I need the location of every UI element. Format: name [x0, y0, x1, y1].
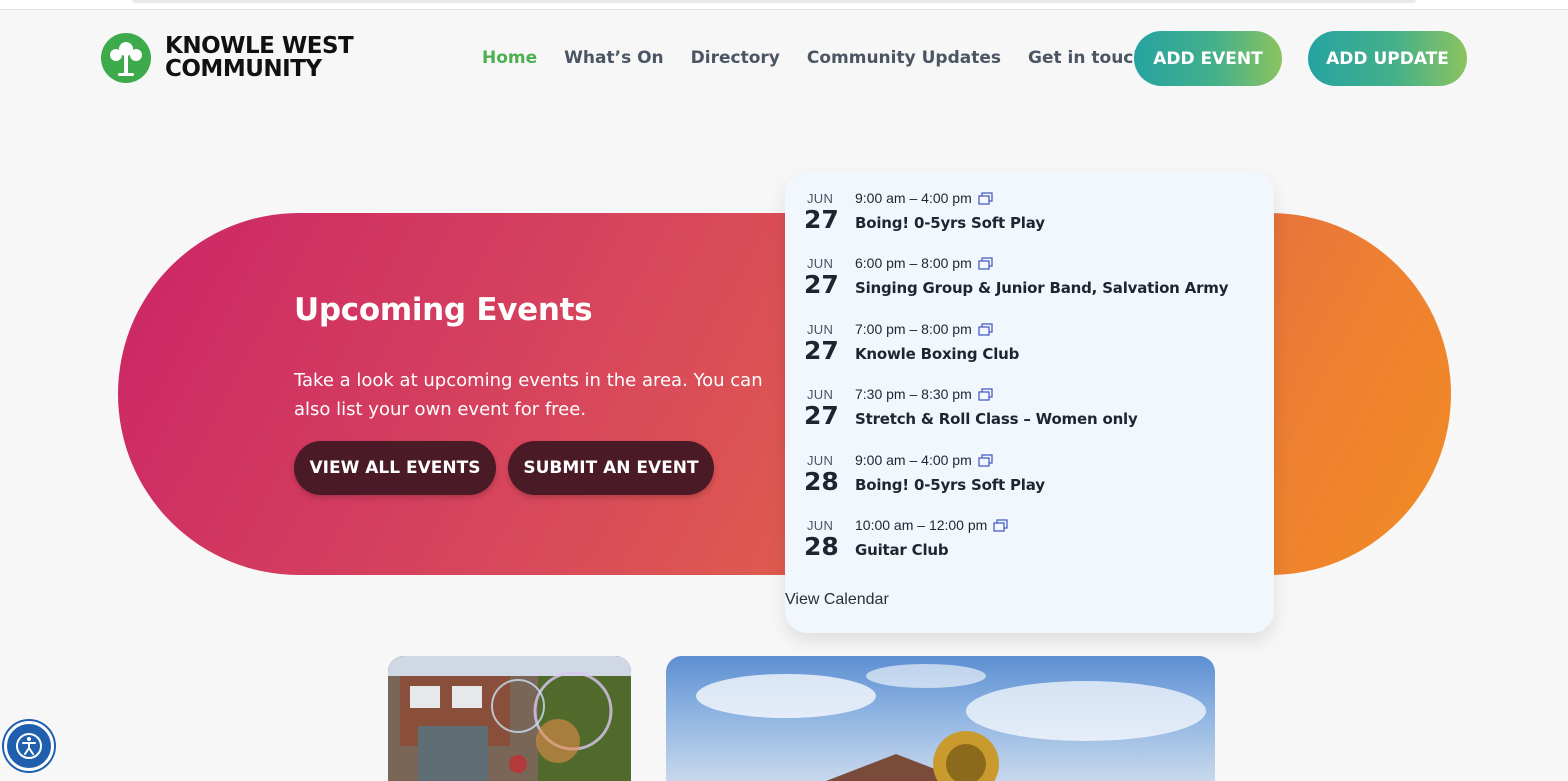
main-nav: Home What’s On Directory Community Updat…: [482, 30, 1186, 86]
event-time: 6:00 pm – 8:00 pm: [855, 255, 993, 271]
event-month: JUN: [807, 518, 834, 533]
hero-title: Upcoming Events: [294, 292, 593, 328]
event-time-text: 7:00 pm – 8:00 pm: [855, 321, 972, 337]
event-time: 9:00 am – 4:00 pm: [855, 452, 993, 468]
event-month: JUN: [807, 256, 834, 271]
event-time-text: 9:00 am – 4:00 pm: [855, 452, 972, 468]
event-item[interactable]: JUN 28 9:00 am – 4:00 pm Boing! 0-5yrs S…: [785, 434, 1274, 496]
accessibility-icon[interactable]: [4, 721, 54, 771]
add-update-button[interactable]: ADD UPDATE: [1308, 31, 1467, 86]
recurring-icon: [978, 453, 993, 467]
event-time: 10:00 am – 12:00 pm: [855, 517, 1008, 533]
nav-directory[interactable]: Directory: [691, 48, 780, 68]
event-day: 27: [804, 270, 839, 299]
event-month: JUN: [807, 191, 834, 206]
brass-band-photo[interactable]: [666, 656, 1215, 781]
event-item[interactable]: JUN 27 7:00 pm – 8:00 pm Knowle Boxing C…: [785, 303, 1274, 365]
event-time-text: 10:00 am – 12:00 pm: [855, 517, 988, 533]
event-title-link[interactable]: Stretch & Roll Class – Women only: [855, 410, 1138, 428]
event-item[interactable]: JUN 28 10:00 am – 12:00 pm Guitar Club: [785, 499, 1274, 561]
tree-icon: [101, 33, 151, 83]
event-month: JUN: [807, 453, 834, 468]
add-event-button[interactable]: ADD EVENT: [1134, 31, 1282, 86]
event-item[interactable]: JUN 27 9:00 am – 4:00 pm Boing! 0-5yrs S…: [785, 172, 1274, 234]
bubbles-photo[interactable]: [388, 656, 631, 781]
event-time: 9:00 am – 4:00 pm: [855, 190, 993, 206]
event-time-text: 9:00 am – 4:00 pm: [855, 190, 972, 206]
event-day: 28: [804, 532, 839, 561]
event-month: JUN: [807, 387, 834, 402]
event-time: 7:30 pm – 8:30 pm: [855, 386, 993, 402]
submit-event-button[interactable]: SUBMIT AN EVENT: [508, 441, 714, 495]
recurring-icon: [978, 322, 993, 336]
events-list-card: JUN 27 9:00 am – 4:00 pm Boing! 0-5yrs S…: [785, 172, 1274, 633]
logo-text: KNOWLE WEST COMMUNITY: [165, 35, 354, 82]
event-month: JUN: [807, 322, 834, 337]
logo-line-2: COMMUNITY: [165, 56, 322, 82]
event-title-link[interactable]: Boing! 0-5yrs Soft Play: [855, 476, 1045, 494]
event-day: 28: [804, 467, 839, 496]
event-day: 27: [804, 336, 839, 365]
event-title-link[interactable]: Singing Group & Junior Band, Salvation A…: [855, 279, 1228, 297]
event-time-text: 6:00 pm – 8:00 pm: [855, 255, 972, 271]
recurring-icon: [978, 191, 993, 205]
nav-get-in-touch-label: Get in touch: [1028, 48, 1146, 68]
event-title-link[interactable]: Guitar Club: [855, 541, 949, 559]
recurring-icon: [993, 518, 1008, 532]
event-day: 27: [804, 401, 839, 430]
event-title-link[interactable]: Boing! 0-5yrs Soft Play: [855, 214, 1045, 232]
hero-description: Take a look at upcoming events in the ar…: [294, 370, 763, 420]
event-time: 7:00 pm – 8:00 pm: [855, 321, 993, 337]
event-time-text: 7:30 pm – 8:30 pm: [855, 386, 972, 402]
view-calendar-link[interactable]: View Calendar: [785, 591, 889, 609]
site-logo[interactable]: KNOWLE WEST COMMUNITY: [101, 33, 354, 83]
event-item[interactable]: JUN 27 6:00 pm – 8:00 pm Singing Group &…: [785, 237, 1274, 299]
browser-top-strip: [0, 0, 1568, 10]
view-all-events-button[interactable]: VIEW ALL EVENTS: [294, 441, 496, 495]
nav-whats-on[interactable]: What’s On: [564, 48, 664, 68]
nav-community-updates[interactable]: Community Updates: [807, 48, 1001, 68]
nav-home[interactable]: Home: [482, 48, 537, 68]
recurring-icon: [978, 387, 993, 401]
event-item[interactable]: JUN 27 7:30 pm – 8:30 pm Stretch & Roll …: [785, 368, 1274, 430]
top-strip-inner: [132, 0, 1416, 3]
event-day: 27: [804, 205, 839, 234]
recurring-icon: [978, 256, 993, 270]
event-title-link[interactable]: Knowle Boxing Club: [855, 345, 1019, 363]
